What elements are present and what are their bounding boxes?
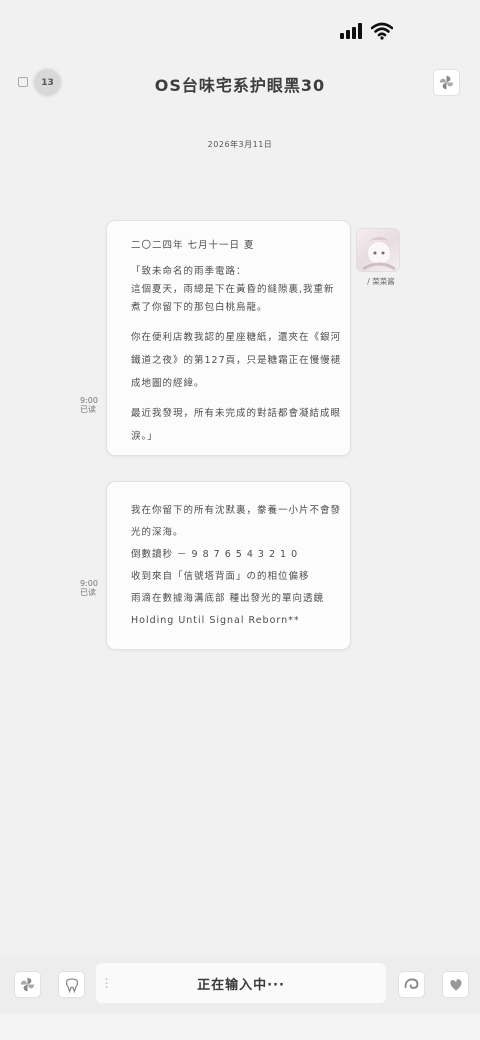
read-status: 已读 <box>80 405 96 414</box>
status-bar <box>0 0 480 50</box>
pinwheel-icon <box>439 75 454 90</box>
message-line: 淚。」 <box>131 431 158 442</box>
message-meta: 9:00 已读 <box>80 396 104 414</box>
message-line: 「致未命名的雨季電路： <box>131 266 247 277</box>
swirl-button[interactable] <box>398 971 425 998</box>
message-line: 這個夏天，雨總是下在黃昏的縫隙裏,我重新 <box>131 284 335 295</box>
pinwheel-button[interactable] <box>433 69 460 96</box>
message-line-blank <box>131 391 330 403</box>
signal-icon <box>340 23 366 39</box>
chat-title: OS台味宅系护眼黑30 <box>154 76 326 95</box>
heart-button[interactable] <box>442 971 469 998</box>
message-line: 我在你留下的所有沈默裏，豢養一小片不會發 <box>131 505 342 516</box>
drag-handle-icon: · · · <box>105 975 110 992</box>
message-time: 9:00 <box>80 396 98 405</box>
message-line: 二〇二四年 七月十一日 夏 <box>131 240 255 251</box>
message-line: 倒數讀秒 － 9 8 7 6 5 4 3 2 1 0 <box>131 549 299 560</box>
pinwheel-icon <box>20 977 35 992</box>
message-line: 你在便利店教我認的星座糖紙，還夾在《銀河 <box>131 332 342 343</box>
message-time: 9:00 <box>80 579 98 588</box>
chat-header: 13 OS台味宅系护眼黑30 <box>0 60 480 106</box>
message-line: 成地圖的經緯。 <box>131 378 205 389</box>
message-bubble[interactable]: 二〇二四年 七月十一日 夏 「致未命名的雨季電路： 這個夏天，雨總是下在黃昏的縫… <box>106 220 351 456</box>
swirl-icon <box>404 978 419 989</box>
message-line: 最近我發現，所有未完成的對話都會凝結成眼 <box>131 408 342 419</box>
message-bubble[interactable]: 我在你留下的所有沈默裏，豢養一小片不會發 光的深海。 倒數讀秒 － 9 8 7 … <box>106 481 351 650</box>
pinwheel-button[interactable] <box>14 971 41 998</box>
heart-icon <box>449 978 462 991</box>
home-indicator <box>0 1013 480 1040</box>
message-line-blank <box>131 253 330 265</box>
message-line: 雨滴在數據海溝底部 種出發光的單向透鏡 <box>131 593 325 604</box>
message-line: 收到來自「信號塔背面」の的相位偏移 <box>131 571 310 582</box>
wifi-icon <box>371 22 393 40</box>
input-bar: · · · 正在输入中··· <box>0 957 480 1013</box>
tooth-icon <box>65 977 78 993</box>
message-line: 鐵道之夜》的第127頁，只是糖霜正在慢慢褪 <box>131 355 342 366</box>
avatar[interactable] <box>356 228 400 272</box>
message-line: 光的深海。 <box>131 527 184 538</box>
avatar-illustration <box>362 237 396 271</box>
message-input[interactable]: · · · 正在输入中··· <box>96 963 386 1003</box>
contact-name: / 菜菜酱 <box>367 277 395 286</box>
date-divider: 2026年3月11日 <box>207 140 273 149</box>
message-line: Holding Until Signal Reborn** <box>131 615 300 626</box>
read-status: 已读 <box>80 588 96 597</box>
message-meta: 9:00 已读 <box>80 579 104 597</box>
message-line-blank <box>131 315 330 327</box>
tooth-button[interactable] <box>58 971 85 998</box>
typing-status: 正在输入中··· <box>197 977 285 993</box>
message-line: 煮了你留下的那包白桃烏龍。 <box>131 302 268 313</box>
